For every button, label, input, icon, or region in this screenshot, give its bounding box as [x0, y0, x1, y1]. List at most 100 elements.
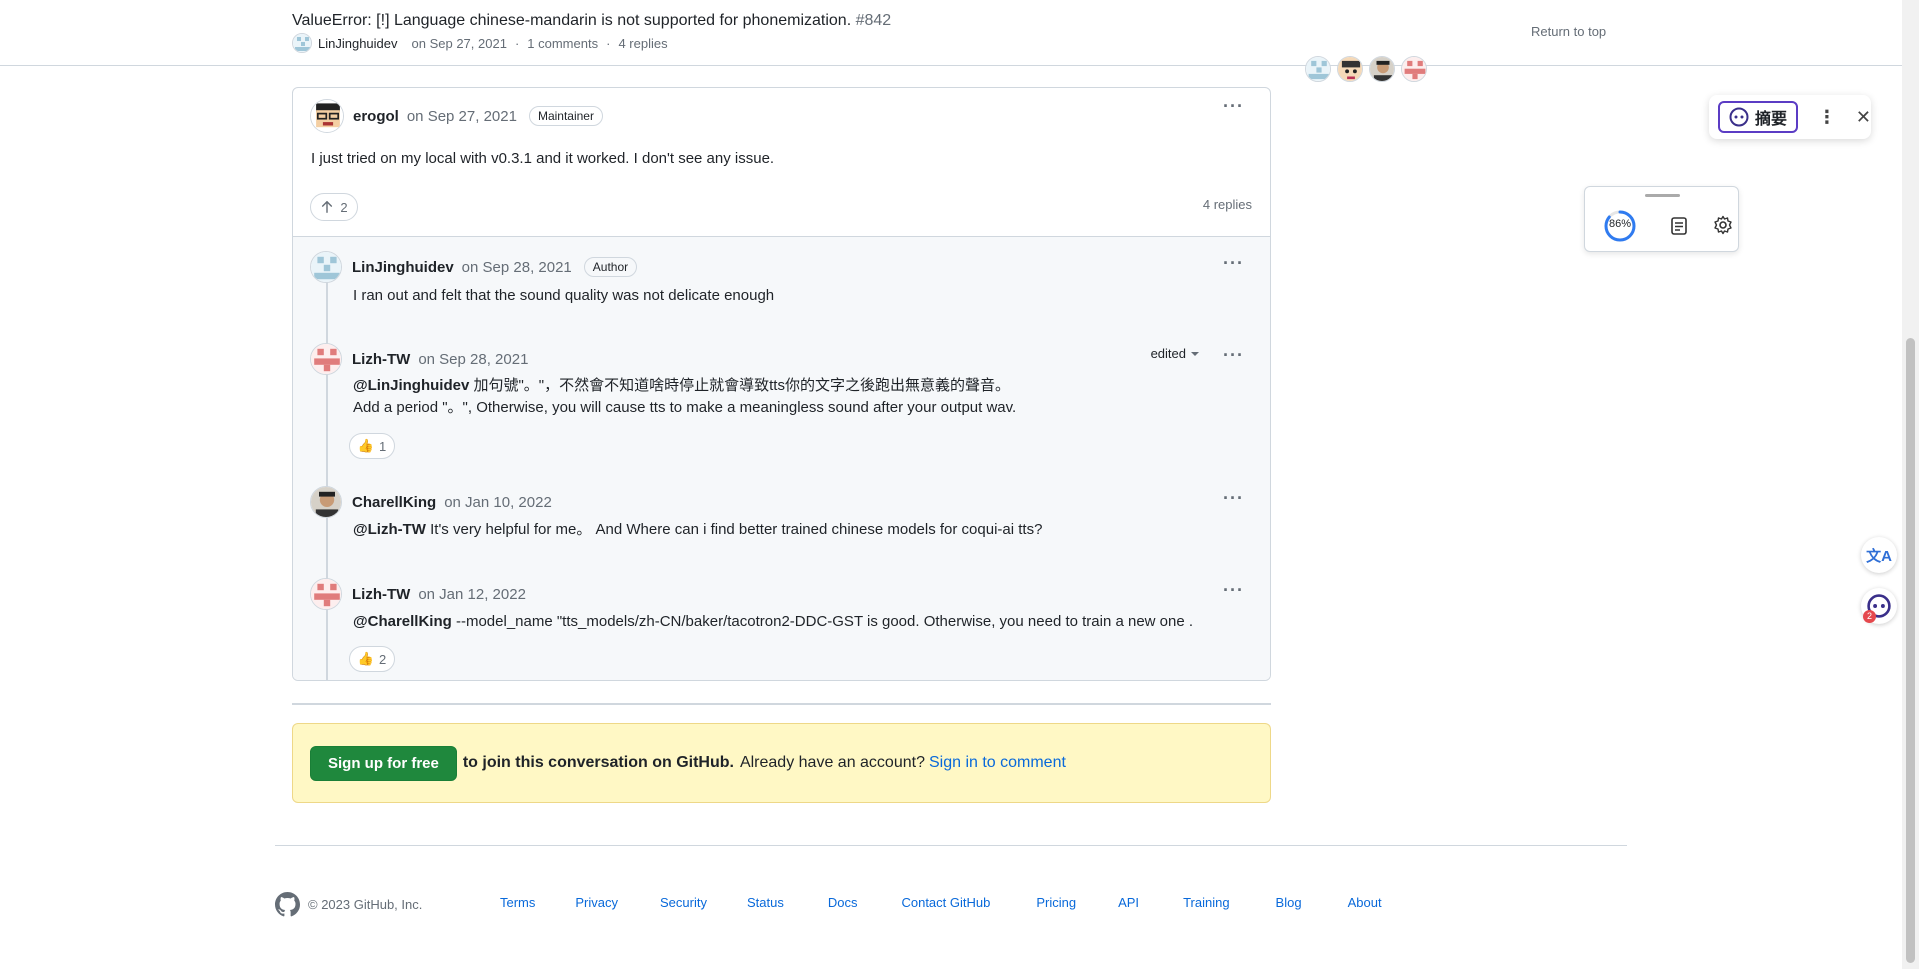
kebab-menu-icon[interactable]: ··· — [1223, 96, 1244, 117]
translate-icon: 文A — [1866, 547, 1892, 565]
reaction-button[interactable]: 👍 1 — [349, 433, 395, 459]
avatar[interactable] — [310, 251, 342, 283]
summary-widget: 摘要 ⋮ ✕ — [1709, 95, 1871, 139]
footer-link-about[interactable]: About — [1348, 895, 1382, 910]
avatar[interactable] — [310, 343, 342, 375]
reply-body-line: Add a period "。", Otherwise, you will ca… — [353, 399, 1017, 416]
discussion-number: #842 — [855, 12, 892, 29]
comment-author[interactable]: erogol — [353, 108, 399, 125]
avatar[interactable] — [1401, 56, 1427, 82]
kebab-menu-icon[interactable]: ··· — [1223, 488, 1244, 509]
reply-author[interactable]: Lizh-TW — [352, 586, 410, 603]
footer-link-contact[interactable]: Contact GitHub — [901, 895, 990, 910]
upvote-count: 2 — [340, 199, 348, 215]
reply-header: Lizh-TW on Jan 12, 2022 — [310, 578, 526, 610]
avatar[interactable] — [310, 486, 342, 518]
comment-body: I just tried on my local with v0.3.1 and… — [311, 150, 775, 167]
participants — [1305, 56, 1427, 82]
reply-body: @LinJinghuidev 加句號"。"，不然會不知道啥時停止就會導致tts你… — [353, 375, 1010, 397]
gear-icon[interactable] — [1713, 215, 1733, 235]
footer-link-security[interactable]: Security — [660, 895, 707, 910]
footer-links: Terms Privacy Security Status Docs Conta… — [500, 895, 1382, 910]
reply-author[interactable]: LinJinghuidev — [352, 259, 454, 276]
caret-down-icon — [1191, 351, 1199, 356]
scrollbar[interactable] — [1902, 0, 1919, 969]
footer-link-api[interactable]: API — [1118, 895, 1139, 910]
edited-label: edited — [1150, 346, 1186, 361]
avatar[interactable] — [310, 578, 342, 610]
maintainer-badge: Maintainer — [528, 106, 603, 126]
reaction-count: 1 — [378, 438, 387, 454]
arrow-up-icon — [322, 201, 333, 213]
reply-date[interactable]: on Sep 28, 2021 — [462, 259, 572, 276]
notes-icon[interactable] — [1669, 216, 1689, 236]
footer: © 2023 GitHub, Inc. Terms Privacy Securi… — [275, 892, 1382, 917]
translate-button[interactable]: 文A — [1861, 537, 1897, 573]
footer-link-pricing[interactable]: Pricing — [1036, 895, 1076, 910]
main-comment: erogol on Sep 27, 2021 Maintainer ··· I … — [293, 88, 1270, 236]
user-mention[interactable]: @LinJinghuidev — [353, 377, 469, 394]
avatar[interactable] — [292, 33, 312, 53]
avatar[interactable] — [310, 99, 344, 133]
reaction-button[interactable]: 👍 2 — [349, 646, 395, 672]
discussion-title: ValueError: [!] Language chinese-mandari… — [292, 12, 891, 30]
footer-link-docs[interactable]: Docs — [828, 895, 858, 910]
discussion-title-text: ValueError: [!] Language chinese-mandari… — [292, 12, 852, 29]
notification-badge: 2 — [1863, 610, 1876, 623]
reply-body: @Lizh-TW It's very helpful for me。 And W… — [353, 519, 1042, 541]
thumbs-up-icon: 👍 — [357, 438, 374, 453]
signup-text: to join this conversation on GitHub. — [462, 754, 734, 771]
divider — [292, 703, 1271, 705]
reply-author[interactable]: Lizh-TW — [352, 351, 410, 368]
return-to-top-link[interactable]: Return to top — [1531, 24, 1606, 39]
reply-body-line: 加句號"。"，不然會不知道啥時停止就會導致tts你的文字之後跑出無意義的聲音。 — [469, 377, 1010, 394]
user-mention[interactable]: @CharellKing — [353, 613, 452, 630]
more-vertical-icon[interactable]: ⋮ — [1818, 107, 1836, 128]
comment-date[interactable]: on Sep 27, 2021 — [407, 108, 517, 125]
assistant-button[interactable]: 2 — [1861, 588, 1897, 624]
reply-body-text: It's very helpful for me。 And Where can … — [425, 521, 1043, 538]
reply-date[interactable]: on Sep 28, 2021 — [418, 351, 528, 368]
close-icon[interactable]: ✕ — [1856, 107, 1871, 128]
separator: · — [514, 35, 520, 51]
progress-ring[interactable]: 86% — [1603, 209, 1637, 243]
author-badge: Author — [583, 257, 638, 277]
signup-button[interactable]: Sign up for free — [310, 745, 457, 781]
reply-author[interactable]: CharellKing — [352, 494, 436, 511]
avatar[interactable] — [1369, 56, 1395, 82]
edited-dropdown[interactable]: edited — [1151, 346, 1200, 361]
footer-link-terms[interactable]: Terms — [500, 895, 535, 910]
github-logo-icon[interactable] — [275, 892, 300, 917]
sign-in-link[interactable]: Sign in to comment — [929, 754, 1066, 772]
footer-link-privacy[interactable]: Privacy — [575, 895, 618, 910]
signup-banner: Sign up for free to join this conversati… — [292, 723, 1271, 803]
kebab-menu-icon[interactable]: ··· — [1223, 580, 1244, 601]
account-prompt: Already have an account? — [739, 754, 925, 771]
kebab-menu-icon[interactable]: ··· — [1223, 345, 1244, 366]
footer-link-status[interactable]: Status — [747, 895, 784, 910]
reply-date[interactable]: on Jan 10, 2022 — [444, 494, 552, 511]
avatar[interactable] — [1337, 56, 1363, 82]
separator: · — [606, 35, 611, 51]
replies-count: 4 replies — [1202, 197, 1252, 212]
comment-header: erogol on Sep 27, 2021 Maintainer — [310, 99, 603, 133]
reading-tool-widget: 86% — [1584, 186, 1739, 252]
discussion-author[interactable]: LinJinghuidev — [318, 36, 398, 51]
footer-link-blog[interactable]: Blog — [1276, 895, 1302, 910]
avatar[interactable] — [1305, 56, 1331, 82]
footer-divider — [275, 845, 1627, 846]
reply-header: CharellKing on Jan 10, 2022 — [310, 486, 552, 518]
reply-body: @CharellKing --model_name "tts_models/zh… — [353, 611, 1193, 633]
reply-count: 4 replies — [618, 35, 668, 51]
kebab-menu-icon[interactable]: ··· — [1223, 253, 1244, 274]
discussion-meta: LinJinghuidev on Sep 27, 2021 · 1 commen… — [292, 33, 668, 53]
scrollbar-thumb[interactable] — [1906, 338, 1915, 963]
reply-body: I ran out and felt that the sound qualit… — [353, 287, 775, 304]
timeline-line — [326, 277, 328, 680]
user-mention[interactable]: @Lizh-TW — [353, 521, 426, 538]
reply-date[interactable]: on Jan 12, 2022 — [418, 586, 526, 603]
summary-button[interactable]: 摘要 — [1718, 101, 1798, 133]
upvote-button[interactable]: 2 — [310, 193, 358, 221]
footer-link-training[interactable]: Training — [1183, 895, 1229, 910]
drag-handle[interactable] — [1645, 194, 1680, 197]
